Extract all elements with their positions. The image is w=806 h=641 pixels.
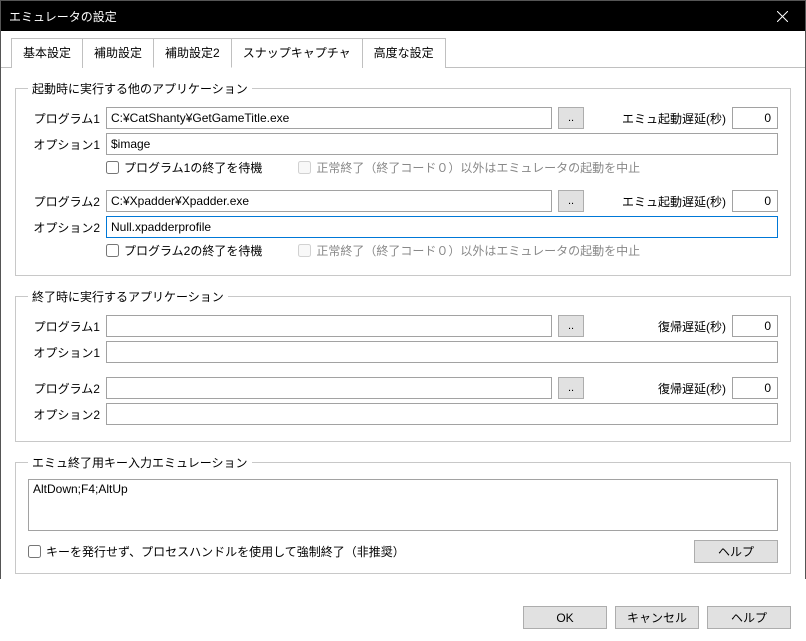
shutdown1-prog-input[interactable] (106, 315, 552, 337)
tab-content: 起動時に実行する他のアプリケーション プログラム1 .. エミュ起動遅延(秒) … (1, 68, 805, 596)
startup2-prog-input[interactable] (106, 190, 552, 212)
window-title: エミュレータの設定 (9, 8, 759, 25)
shutdown2-prog-input[interactable] (106, 377, 552, 399)
startup-legend: 起動時に実行する他のアプリケーション (28, 80, 252, 97)
shutdown2-delay-input[interactable] (732, 377, 778, 399)
startup1-opt-input[interactable] (106, 133, 778, 155)
startup1-browse-button[interactable]: .. (558, 107, 584, 129)
shutdown2-opt-input[interactable] (106, 403, 778, 425)
tab-aux2[interactable]: 補助設定2 (153, 38, 232, 68)
help-button[interactable]: ヘルプ (707, 606, 791, 629)
shutdown2-browse-button[interactable]: .. (558, 377, 584, 399)
startup2-opt-input[interactable] (106, 216, 778, 238)
shutdown1-opt-label: オプション1 (28, 344, 100, 361)
startup2-cancel-checkbox: 正常終了（終了コード０）以外はエミュレータの起動を中止 (298, 242, 640, 259)
shutdown1-delay-input[interactable] (732, 315, 778, 337)
startup2-delay-input[interactable] (732, 190, 778, 212)
exitkey-legend: エミュ終了用キー入力エミュレーション (28, 454, 252, 471)
shutdown1-browse-button[interactable]: .. (558, 315, 584, 337)
tab-advanced[interactable]: 高度な設定 (362, 38, 446, 68)
startup1-prog-label: プログラム1 (28, 110, 100, 127)
dialog-footer: OK キャンセル ヘルプ (1, 596, 805, 641)
shutdown2-opt-label: オプション2 (28, 406, 100, 423)
startup1-delay-label: エミュ起動遅延(秒) (622, 110, 726, 127)
shutdown1-opt-input[interactable] (106, 341, 778, 363)
exitkey-textarea[interactable] (28, 479, 778, 531)
startup1-delay-input[interactable] (732, 107, 778, 129)
startup-group: 起動時に実行する他のアプリケーション プログラム1 .. エミュ起動遅延(秒) … (15, 80, 791, 276)
startup2-opt-label: オプション2 (28, 219, 100, 236)
startup2-delay-label: エミュ起動遅延(秒) (622, 193, 726, 210)
shutdown2-prog-label: プログラム2 (28, 380, 100, 397)
client-area: 基本設定 補助設定 補助設定2 スナップキャプチャ 高度な設定 起動時に実行する… (1, 31, 805, 641)
shutdown-group: 終了時に実行するアプリケーション プログラム1 .. 復帰遅延(秒) オプション… (15, 288, 791, 442)
ok-button[interactable]: OK (523, 606, 607, 629)
startup1-opt-label: オプション1 (28, 136, 100, 153)
shutdown1-delay-label: 復帰遅延(秒) (658, 318, 726, 335)
tab-aux1[interactable]: 補助設定 (82, 38, 154, 68)
window: エミュレータの設定 基本設定 補助設定 補助設定2 スナップキャプチャ 高度な設… (0, 0, 806, 579)
exitkey-help-button[interactable]: ヘルプ (694, 540, 778, 563)
force-terminate-checkbox[interactable]: キーを発行せず、プロセスハンドルを使用して強制終了（非推奨） (28, 543, 405, 560)
startup2-browse-button[interactable]: .. (558, 190, 584, 212)
startup2-prog-label: プログラム2 (28, 193, 100, 210)
cancel-button[interactable]: キャンセル (615, 606, 699, 629)
close-icon[interactable] (759, 1, 805, 31)
tabstrip: 基本設定 補助設定 補助設定2 スナップキャプチャ 高度な設定 (1, 31, 805, 68)
shutdown2-delay-label: 復帰遅延(秒) (658, 380, 726, 397)
startup2-wait-checkbox[interactable]: プログラム2の終了を待機 (106, 242, 262, 259)
startup1-cancel-checkbox: 正常終了（終了コード０）以外はエミュレータの起動を中止 (298, 159, 640, 176)
shutdown-legend: 終了時に実行するアプリケーション (28, 288, 228, 305)
startup1-prog-input[interactable] (106, 107, 552, 129)
exitkey-group: エミュ終了用キー入力エミュレーション キーを発行せず、プロセスハンドルを使用して… (15, 454, 791, 574)
titlebar: エミュレータの設定 (1, 1, 805, 31)
shutdown1-prog-label: プログラム1 (28, 318, 100, 335)
tab-snap[interactable]: スナップキャプチャ (231, 38, 363, 68)
startup1-wait-checkbox[interactable]: プログラム1の終了を待機 (106, 159, 262, 176)
tab-basic[interactable]: 基本設定 (11, 38, 83, 68)
